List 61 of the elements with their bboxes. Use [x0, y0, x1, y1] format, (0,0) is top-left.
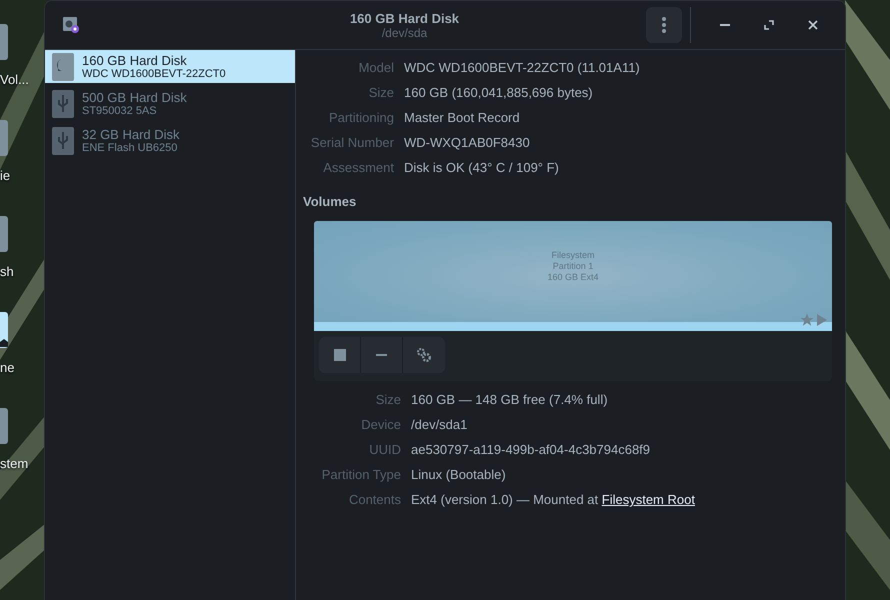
gears-icon: [417, 348, 431, 362]
field-label: Model: [358, 59, 394, 77]
field-label: Assessment: [322, 159, 394, 177]
maximize-icon: [764, 20, 774, 30]
home-folder-icon[interactable]: [0, 312, 8, 348]
drive-model: ST950032 5AS: [82, 105, 158, 117]
drive-list-item[interactable]: 32 GB Hard Disk ENE Flash UB6250: [45, 124, 295, 157]
mount-point-link[interactable]: Filesystem Root: [602, 492, 695, 507]
disks-app-icon: [63, 17, 79, 33]
field-value: WDC WD1600BEVT-22ZCT0 (11.01A11): [404, 59, 640, 77]
desktop-icon-label[interactable]: ne: [0, 360, 44, 375]
partition-label: Filesystem: [551, 250, 594, 261]
desktop-icon-label[interactable]: stem: [0, 456, 44, 471]
settings-button[interactable]: [403, 337, 445, 373]
field-label: Size: [368, 84, 394, 102]
desktop-icon-label[interactable]: Vol...: [0, 72, 44, 87]
drive-name: 32 GB Hard Disk: [82, 127, 180, 142]
trash-icon[interactable]: [0, 216, 8, 252]
field-value: ae530797-a119-499b-af04-4c3b794c68f9: [411, 441, 652, 459]
menu-button[interactable]: [646, 7, 682, 43]
field-value: WD-WXQ1AB0F8430: [404, 134, 531, 152]
field-value: /dev/sda1: [411, 416, 468, 434]
unmount-button[interactable]: [319, 337, 361, 373]
field-value: Disk is OK (43° C / 109° F): [404, 159, 560, 177]
field-label: Serial Number: [310, 134, 394, 152]
drive-icon[interactable]: [0, 24, 8, 60]
menu-icon: [662, 17, 666, 33]
minus-icon: [376, 354, 387, 356]
window-subtitle: /dev/sda: [382, 26, 428, 40]
field-label: UUID: [368, 441, 401, 459]
field-label: Contents: [348, 491, 401, 509]
field-label: Partitioning: [328, 109, 394, 127]
minimize-icon: [720, 24, 730, 26]
field-label: Size: [374, 391, 401, 409]
drive-name: 500 GB Hard Disk: [82, 90, 187, 105]
drive-model: ENE Flash UB6250: [82, 142, 178, 154]
desktop-icon-label[interactable]: sh: [0, 264, 44, 279]
field-value: Ext4 (version 1.0) — Mounted at Filesystem Root: [411, 491, 695, 509]
drive-icon[interactable]: [0, 408, 8, 444]
field-value: 160 GB — 148 GB free (7.4% full): [411, 391, 609, 409]
usb-icon: [52, 90, 74, 118]
play-icon: [816, 313, 828, 327]
drive-name: 160 GB Hard Disk: [82, 53, 188, 68]
drive-list-item[interactable]: 160 GB Hard Disk WDC WD1600BEVT-22ZCT0: [45, 50, 295, 83]
field-label: Device: [360, 416, 401, 434]
close-icon: [808, 20, 818, 30]
drive-list-item[interactable]: 500 GB Hard Disk ST950032 5AS: [45, 87, 295, 120]
drive-icon[interactable]: [0, 120, 8, 156]
volumes-heading: Volumes: [303, 194, 358, 209]
partition-label: Partition 1: [552, 261, 594, 272]
stop-icon: [334, 349, 346, 361]
field-value: Master Boot Record: [404, 109, 521, 127]
drive-model: WDC WD1600BEVT-22ZCT0: [82, 68, 226, 80]
field-value: 160 GB (160,041,885,696 bytes): [404, 84, 594, 102]
window-title: 160 GB Hard Disk: [350, 10, 460, 26]
usb-icon: [52, 126, 74, 154]
star-icon: [800, 313, 814, 327]
field-value: Linux (Bootable): [411, 466, 507, 484]
field-label: Partition Type: [320, 466, 401, 484]
desktop-icon-label[interactable]: ie: [0, 168, 44, 183]
partition-label: 160 GB Ext4: [547, 272, 599, 283]
